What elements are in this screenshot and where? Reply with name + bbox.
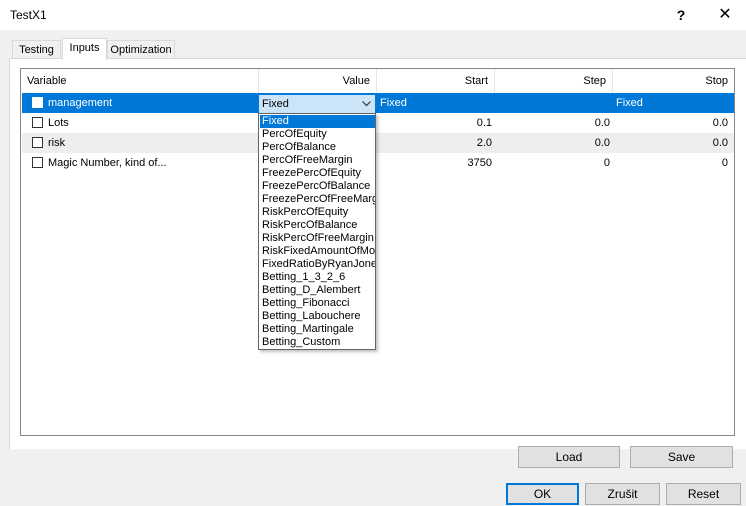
column-header-stop[interactable]: Stop <box>613 69 734 93</box>
dropdown-option[interactable]: Betting_1_3_2_6 <box>260 271 375 284</box>
ok-button[interactable]: OK <box>506 483 579 505</box>
column-header-value[interactable]: Value <box>259 69 377 93</box>
table-row[interactable]: Magic Number, kind of... 3750 0 0 <box>22 153 734 173</box>
cancel-button[interactable]: Zrušit <box>585 483 660 505</box>
dropdown-option[interactable]: Betting_Labouchere <box>260 310 375 323</box>
row-checkbox[interactable] <box>32 97 43 108</box>
start-cell[interactable]: 3750 <box>377 153 495 173</box>
stop-cell[interactable]: 0 <box>613 153 731 173</box>
start-cell[interactable]: 2.0 <box>377 133 495 153</box>
window-title: TestX1 <box>10 8 47 22</box>
table-row[interactable]: Lots 0.1 0.0 0.0 <box>22 113 734 133</box>
reset-button[interactable]: Reset <box>666 483 741 505</box>
dropdown-option[interactable]: Fixed <box>260 115 375 128</box>
step-cell[interactable] <box>495 93 613 113</box>
table-row[interactable]: management Fixed Fixed <box>22 93 734 113</box>
start-cell[interactable]: 0.1 <box>377 113 495 133</box>
dropdown-option[interactable]: PercOfBalance <box>260 141 375 154</box>
value-dropdown-list: Fixed PercOfEquity PercOfBalance PercOfFree… <box>258 113 376 350</box>
help-button[interactable]: ? <box>666 4 696 26</box>
title-bar: TestX1 ? ✕ <box>0 0 746 30</box>
load-button[interactable]: Load <box>518 446 620 468</box>
dropdown-option[interactable]: RiskPercOfBalance <box>260 219 375 232</box>
dropdown-option[interactable]: RiskFixedAmountOfMoney <box>260 245 375 258</box>
chevron-down-icon[interactable] <box>362 95 371 113</box>
close-button[interactable]: ✕ <box>710 4 740 26</box>
dropdown-option[interactable]: Betting_Custom <box>260 336 375 349</box>
tab-testing[interactable]: Testing <box>12 40 61 59</box>
dropdown-option[interactable]: FixedRatioByRyanJones <box>260 258 375 271</box>
stop-cell[interactable]: 0.0 <box>613 113 731 133</box>
column-header-start[interactable]: Start <box>377 69 495 93</box>
tab-optimization[interactable]: Optimization <box>107 40 175 59</box>
stop-cell[interactable]: Fixed <box>613 93 731 113</box>
row-checkbox[interactable] <box>32 117 43 128</box>
variable-cell: Magic Number, kind of... <box>26 153 258 173</box>
combobox-value: Fixed <box>262 98 289 110</box>
grid-header: Variable Value Start Step Stop <box>21 69 734 93</box>
step-cell[interactable]: 0.0 <box>495 113 613 133</box>
tab-inputs[interactable]: Inputs <box>62 38 107 60</box>
variable-name: Magic Number, kind of... <box>48 157 167 169</box>
variable-name: management <box>48 97 113 109</box>
variable-cell: management <box>26 93 258 113</box>
column-header-step[interactable]: Step <box>495 69 613 93</box>
step-cell[interactable]: 0.0 <box>495 133 613 153</box>
dropdown-option[interactable]: RiskPercOfEquity <box>260 206 375 219</box>
variable-cell: Lots <box>26 113 258 133</box>
table-row[interactable]: risk 2.0 0.0 0.0 <box>22 133 734 153</box>
variable-name: Lots <box>48 117 69 129</box>
variable-name: risk <box>48 137 66 149</box>
dropdown-option[interactable]: Betting_Martingale <box>260 323 375 336</box>
dropdown-option[interactable]: FreezePercOfEquity <box>260 167 375 180</box>
inputs-grid: Variable Value Start Step Stop managemen… <box>20 68 735 436</box>
step-cell[interactable]: 0 <box>495 153 613 173</box>
dropdown-option[interactable]: FreezePercOfBalance <box>260 180 375 193</box>
row-checkbox[interactable] <box>32 157 43 168</box>
dropdown-option[interactable]: RiskPercOfFreeMargin <box>260 232 375 245</box>
dropdown-option[interactable]: PercOfEquity <box>260 128 375 141</box>
variable-cell: risk <box>26 133 258 153</box>
dropdown-option[interactable]: Betting_Fibonacci <box>260 297 375 310</box>
start-cell[interactable]: Fixed <box>377 93 495 113</box>
row-checkbox[interactable] <box>32 137 43 148</box>
dropdown-option[interactable]: PercOfFreeMargin <box>260 154 375 167</box>
stop-cell[interactable]: 0.0 <box>613 133 731 153</box>
column-header-variable[interactable]: Variable <box>21 69 259 93</box>
value-combobox[interactable]: Fixed <box>258 94 376 114</box>
dropdown-option[interactable]: Betting_D_Alembert <box>260 284 375 297</box>
dropdown-option[interactable]: FreezePercOfFreeMargin <box>260 193 375 206</box>
save-button[interactable]: Save <box>630 446 733 468</box>
